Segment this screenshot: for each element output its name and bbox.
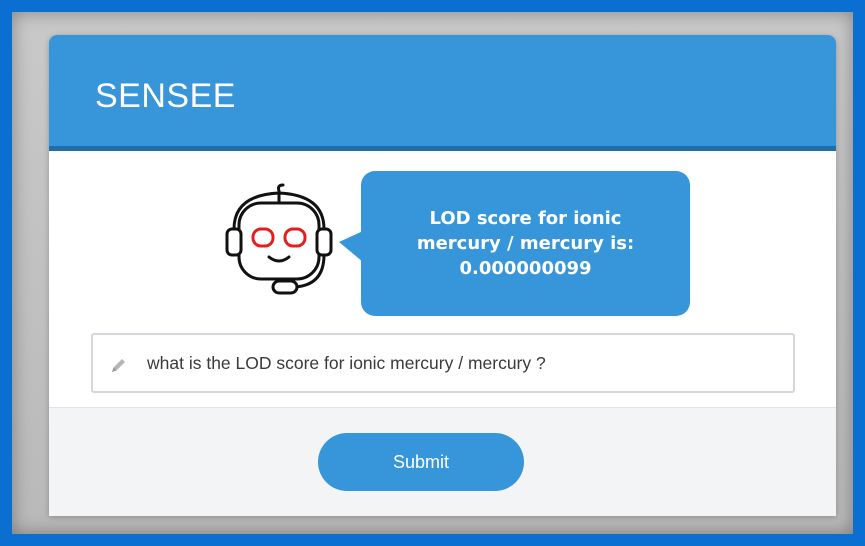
outer-frame: SENSEE LOD score for ionic mercury / mer… — [0, 0, 865, 546]
question-text[interactable]: what is the LOD score for ionic mercury … — [147, 353, 546, 374]
bot-speech-bubble: LOD score for ionic mercury / mercury is… — [339, 171, 690, 316]
pencil-icon — [112, 359, 125, 372]
bot-response-text: LOD score for ionic mercury / mercury is… — [416, 208, 635, 279]
card-footer: Submit — [49, 407, 836, 516]
question-input[interactable]: what is the LOD score for ionic mercury … — [91, 333, 795, 393]
submit-button[interactable]: Submit — [318, 433, 524, 491]
app-title: SENSEE — [95, 77, 236, 115]
speech-bubble-tail — [339, 231, 363, 262]
robot-headset-icon — [225, 183, 333, 295]
card-header: SENSEE — [49, 35, 836, 151]
chat-card: SENSEE LOD score for ionic mercury / mer… — [49, 35, 836, 516]
